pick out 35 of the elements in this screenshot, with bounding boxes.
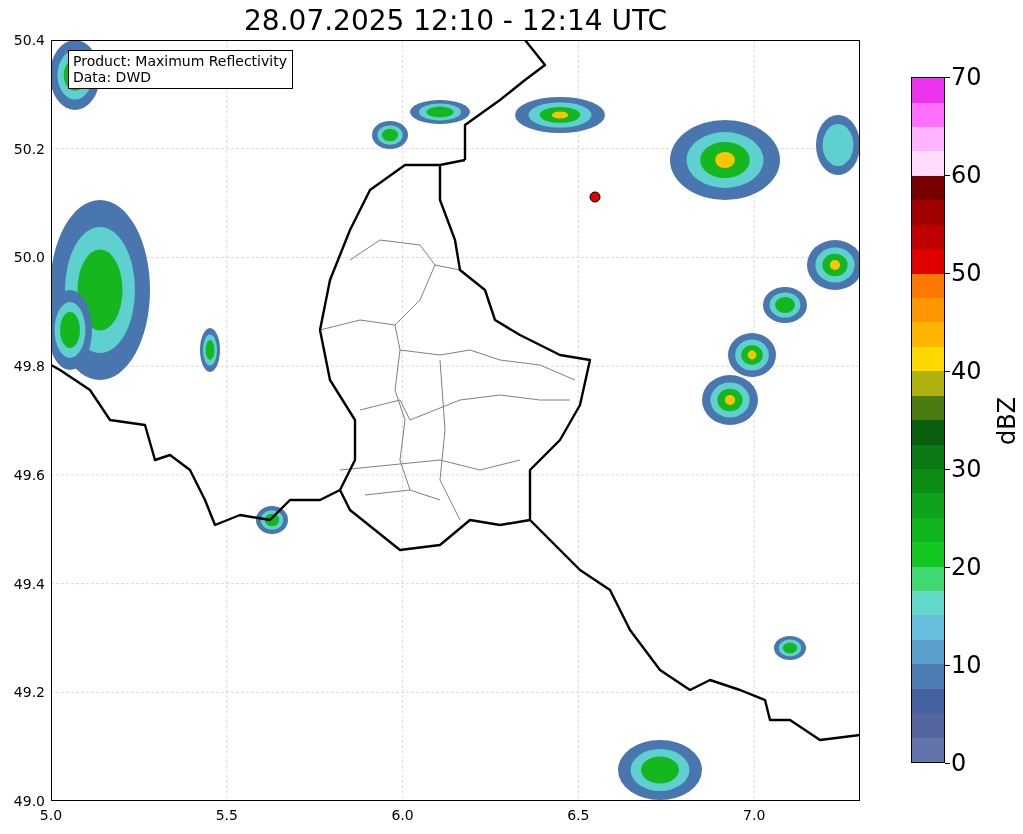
scale-unit: dBZ (993, 396, 1022, 446)
radar-echo (763, 287, 807, 323)
axis-label: 50.4 (12, 32, 45, 48)
radar-echo (256, 506, 288, 534)
chart-title: 28.07.2025 12:10 - 12:14 UTC (243, 3, 668, 39)
radar-echo (807, 240, 860, 290)
axis-label: 5.0 (38, 807, 64, 823)
radar-echo (702, 375, 758, 425)
scale-label: 30 (951, 456, 982, 482)
radar-echo (372, 121, 408, 149)
scale-label: 50 (951, 260, 982, 286)
axis-label: 49.8 (12, 358, 45, 375)
axis-label: 50.2 (12, 140, 45, 157)
axis-label: 49.4 (12, 575, 45, 592)
radar-echo (816, 115, 860, 175)
scale-label: 60 (951, 162, 982, 188)
axis-label: 49.6 (12, 466, 45, 483)
scale-label: 0 (951, 750, 967, 776)
radar-echo (774, 636, 806, 660)
radar-echo (410, 100, 470, 124)
scale-label: 10 (951, 652, 982, 678)
scale-label: 20 (951, 554, 982, 580)
axis-label: 50.0 (12, 249, 45, 266)
scale-label: 40 (951, 358, 982, 384)
radar-echo (200, 328, 220, 372)
axis-label: 49.2 (12, 684, 45, 701)
info-box: Product: Maximum Reflectivity Data: DWD (68, 50, 293, 89)
radar-echo (728, 333, 776, 377)
axis-label: 6.5 (566, 807, 591, 823)
scale-label: 70 (951, 64, 982, 90)
axis-label: 6.0 (390, 807, 415, 823)
axis-label: 7.0 (742, 807, 767, 823)
axis-label: 5.5 (214, 807, 239, 823)
station-marker (589, 191, 601, 203)
axis-label: 49.0 (12, 793, 45, 809)
